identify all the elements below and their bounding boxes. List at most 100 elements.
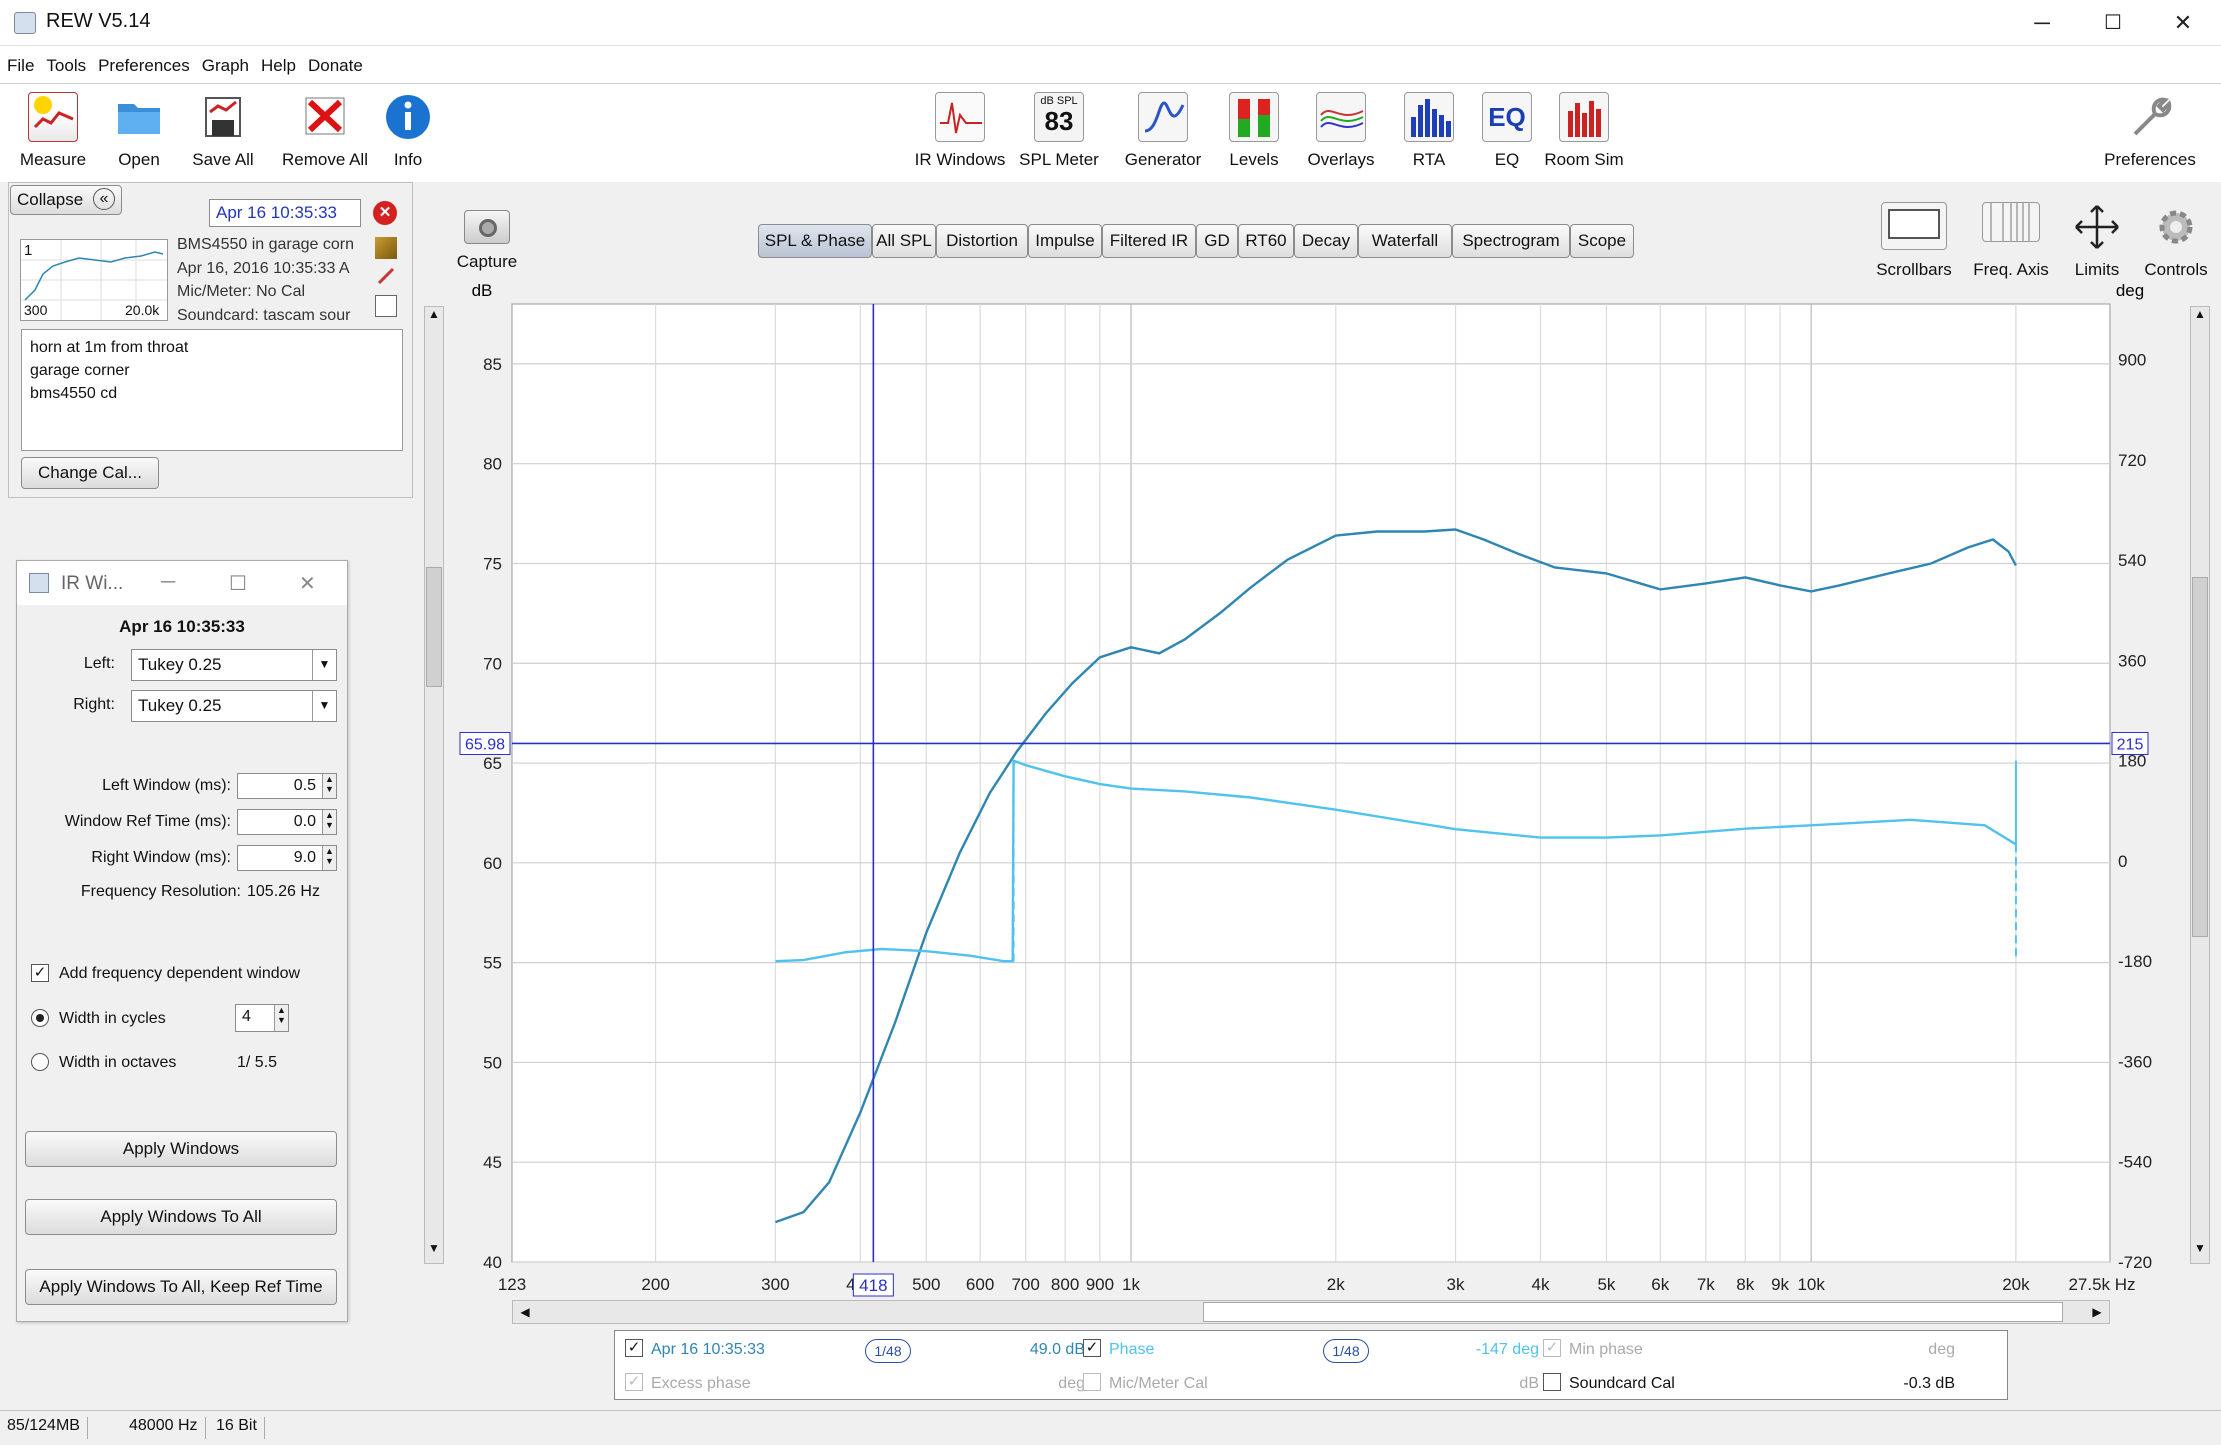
- x-tick-labels: 1232003004005006007008009001k2k3k4k5k6k7…: [498, 1275, 2136, 1294]
- measurement-name-field[interactable]: Apr 16 10:35:33: [209, 199, 361, 227]
- fdw-checkbox[interactable]: ✓: [31, 964, 49, 982]
- pencil-icon[interactable]: [375, 265, 397, 287]
- x-tick-label: 8k: [1736, 1275, 1754, 1294]
- thumbnail-xmin: 300: [24, 302, 48, 318]
- ir-dialog-minimize[interactable]: ─: [161, 571, 175, 594]
- plot-area[interactable]: [511, 303, 2111, 1263]
- horizontal-scrollbar[interactable]: ◀ ▶: [512, 1300, 2110, 1324]
- legend-soundcard-cal-checkbox[interactable]: [1543, 1373, 1561, 1391]
- apply-windows-button[interactable]: Apply Windows: [25, 1131, 337, 1167]
- tab-all-spl[interactable]: All SPL: [872, 224, 936, 258]
- remove-measurement-icon[interactable]: ✕: [373, 201, 397, 225]
- cycles-input[interactable]: 4 ▲ ▼: [235, 1004, 289, 1032]
- spl-meter-button[interactable]: dB SPL 83 SPL Meter: [1016, 84, 1102, 180]
- change-cal-button[interactable]: Change Cal...: [21, 457, 159, 489]
- stepper-icon[interactable]: ▲ ▼: [274, 1005, 288, 1031]
- collapse-icon: «: [93, 188, 115, 210]
- minimize-button[interactable]: ─: [2027, 8, 2057, 38]
- width-octaves-radio[interactable]: [31, 1053, 49, 1071]
- legend-min-phase-checkbox[interactable]: ✓: [1543, 1339, 1561, 1357]
- x-tick-label: 3k: [1447, 1275, 1465, 1294]
- width-cycles-radio[interactable]: [31, 1009, 49, 1027]
- tab-gd[interactable]: GD: [1196, 224, 1238, 258]
- right-window-type-select[interactable]: Tukey 0.25 ▼: [131, 690, 337, 722]
- spl-smoothing-button[interactable]: 1/48: [865, 1339, 911, 1363]
- left-vertical-scrollbar[interactable]: ▲ ▼: [424, 306, 444, 1264]
- x-tick-label: 123: [498, 1275, 526, 1294]
- y2-tick-label: 900: [2118, 351, 2146, 370]
- apply-windows-to-all-button[interactable]: Apply Windows To All: [25, 1199, 337, 1235]
- right-vertical-scrollbar[interactable]: ▲ ▼: [2190, 306, 2210, 1264]
- preferences-button[interactable]: Preferences: [2104, 84, 2196, 180]
- x-tick-label: 7k: [1697, 1275, 1715, 1294]
- stepper-icon[interactable]: ▲ ▼: [322, 846, 336, 870]
- menu-file[interactable]: File: [7, 56, 34, 76]
- folder-icon: [114, 92, 164, 142]
- legend-excess-phase-checkbox[interactable]: ✓: [625, 1373, 643, 1391]
- tab-distortion[interactable]: Distortion: [936, 224, 1028, 258]
- menu-tools[interactable]: Tools: [46, 56, 86, 76]
- y2-tick-labels: 9007205403601800-180-360-540-720: [2118, 351, 2152, 1272]
- y2-tick-label: -180: [2118, 952, 2152, 971]
- x-tick-label: 800: [1051, 1275, 1079, 1294]
- ir-dialog-maximize[interactable]: ☐: [229, 571, 247, 596]
- stepper-icon[interactable]: ▲ ▼: [322, 810, 336, 834]
- edit-icon[interactable]: [375, 237, 397, 259]
- x-tick-label: 9k: [1771, 1275, 1789, 1294]
- x-tick-label: 4k: [1532, 1275, 1550, 1294]
- title-bar: REW V5.14 ─ ☐ ✕: [0, 0, 2221, 46]
- tab-spectrogram[interactable]: Spectrogram: [1452, 224, 1570, 258]
- controls-button[interactable]: Controls: [2131, 194, 2221, 290]
- save-icon: [198, 92, 248, 142]
- close-button[interactable]: ✕: [2168, 8, 2198, 38]
- generator-button[interactable]: Generator: [1120, 84, 1206, 180]
- scrollbars-button[interactable]: Scrollbars: [1869, 194, 1959, 290]
- status-bar: 85/124MB 48000 Hz 16 Bit: [0, 1410, 2221, 1445]
- notes-icon[interactable]: [375, 295, 397, 317]
- menu-help[interactable]: Help: [261, 56, 296, 76]
- legend-phase-checkbox[interactable]: ✓: [1083, 1339, 1101, 1357]
- collapse-button[interactable]: Collapse «: [10, 185, 122, 215]
- tab-impulse[interactable]: Impulse: [1028, 224, 1102, 258]
- ref-time-input[interactable]: 0.0 ▲ ▼: [237, 809, 337, 835]
- phase-smoothing-button[interactable]: 1/48: [1323, 1339, 1369, 1363]
- y-tick-label: 80: [483, 455, 502, 474]
- legend-mic-cal-checkbox[interactable]: [1083, 1373, 1101, 1391]
- apply-windows-keep-ref-button[interactable]: Apply Windows To All, Keep Ref Time: [25, 1269, 337, 1305]
- ir-windows-icon: [935, 92, 985, 142]
- y-tick-label: 50: [483, 1053, 502, 1072]
- ir-dialog-titlebar: IR Wi... ─ ☐ ✕: [17, 561, 347, 605]
- tab-rt60[interactable]: RT60: [1238, 224, 1294, 258]
- tab-scope[interactable]: Scope: [1570, 224, 1634, 258]
- menu-preferences[interactable]: Preferences: [98, 56, 190, 76]
- tab-decay[interactable]: Decay: [1294, 224, 1358, 258]
- rta-icon: [1404, 92, 1454, 142]
- left-window-input[interactable]: 0.5 ▲ ▼: [237, 773, 337, 799]
- tab-waterfall[interactable]: Waterfall: [1358, 224, 1452, 258]
- right-window-input[interactable]: 9.0 ▲ ▼: [237, 845, 337, 871]
- room-sim-button[interactable]: Room Sim: [1541, 84, 1627, 180]
- menu-donate[interactable]: Donate: [308, 56, 363, 76]
- menu-graph[interactable]: Graph: [202, 56, 249, 76]
- measure-icon: [28, 92, 78, 142]
- capture-button[interactable]: Capture: [456, 204, 518, 274]
- ir-dialog-close[interactable]: ✕: [299, 571, 316, 596]
- stepper-icon[interactable]: ▲ ▼: [322, 774, 336, 798]
- left-window-type-select[interactable]: Tukey 0.25 ▼: [131, 649, 337, 681]
- tab-filtered-ir[interactable]: Filtered IR: [1102, 224, 1196, 258]
- y-axis-unit: dB: [472, 281, 493, 300]
- measurement-notes[interactable]: horn at 1m from throat garage corner bms…: [21, 329, 403, 451]
- y-tick-label: 45: [483, 1153, 502, 1172]
- maximize-button[interactable]: ☐: [2098, 8, 2128, 38]
- measurement-thumbnail[interactable]: 1 300 20.0k: [20, 239, 168, 321]
- overlays-icon: [1316, 92, 1366, 142]
- y2-tick-label: -540: [2118, 1153, 2152, 1172]
- ir-windows-button[interactable]: IR Windows: [915, 84, 1005, 180]
- tab-spl-phase[interactable]: SPL & Phase: [758, 224, 872, 258]
- legend-spl-checkbox[interactable]: ✓: [625, 1339, 643, 1357]
- levels-button[interactable]: Levels: [1211, 84, 1297, 180]
- levels-icon: [1229, 92, 1279, 142]
- info-button[interactable]: Info: [365, 84, 451, 180]
- save-all-button[interactable]: Save All: [180, 84, 266, 180]
- overlays-button[interactable]: Overlays: [1298, 84, 1384, 180]
